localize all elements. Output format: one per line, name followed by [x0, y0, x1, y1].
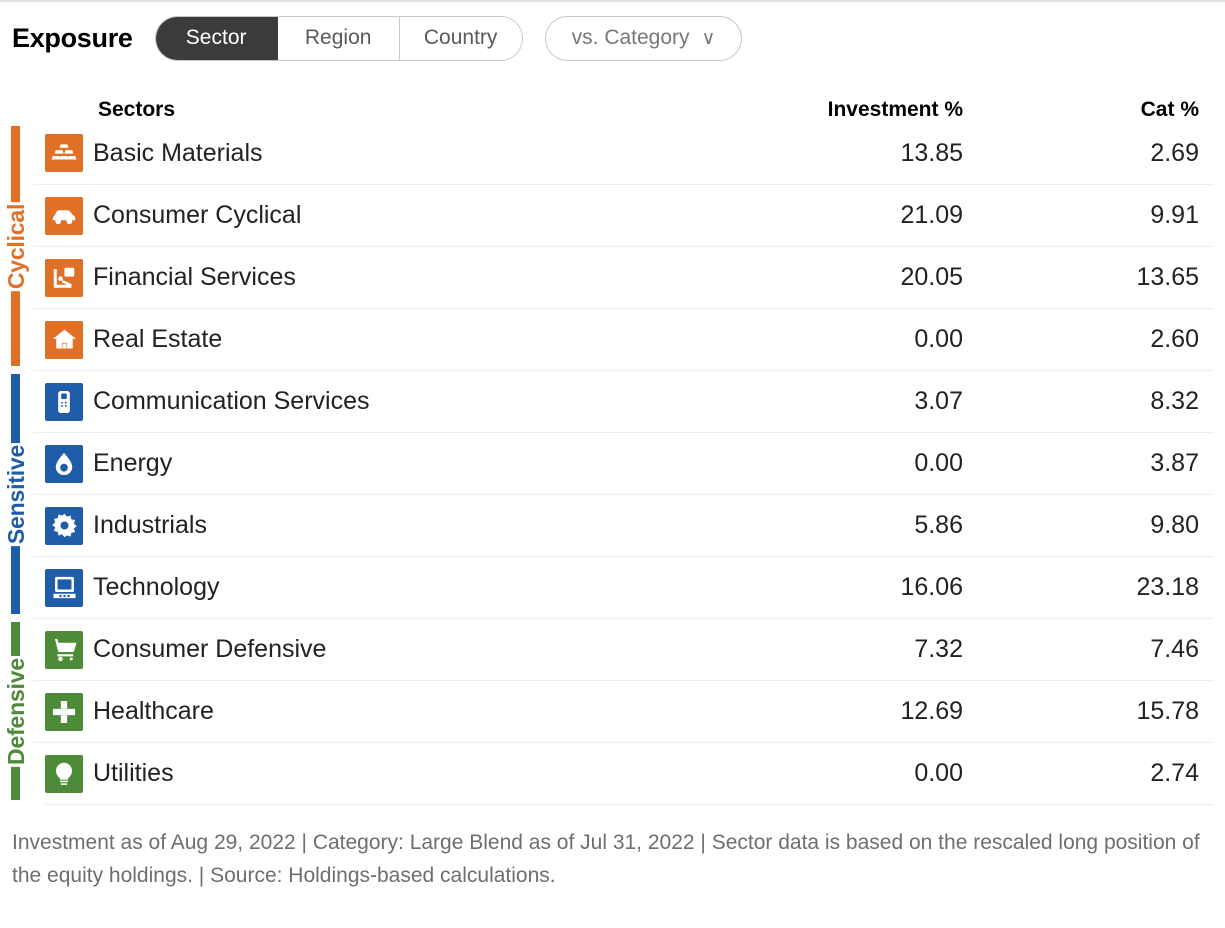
category-percent: 13.65 [1136, 263, 1199, 291]
group-rail: Sensitive [0, 370, 33, 618]
table-column-headers: Sectors Investment % Cat % [0, 82, 1213, 122]
table-row[interactable]: Consumer Defensive 7.32 7.46 [33, 618, 1213, 680]
investment-percent: 21.09 [900, 201, 963, 229]
category-percent: 15.78 [1136, 697, 1199, 725]
page-title: Exposure [12, 22, 133, 53]
group-rows: Consumer Defensive 7.32 7.46 Healthcare 12.6… [33, 618, 1213, 804]
financial-services-icon [45, 258, 83, 297]
segment-country[interactable]: Country [399, 16, 522, 60]
chevron-down-icon: ∨ [701, 27, 716, 49]
category-percent: 8.32 [1150, 387, 1199, 415]
investment-percent: 7.32 [914, 635, 963, 663]
segment-label: Region [304, 26, 372, 49]
table-row[interactable]: Technology 16.06 23.18 [33, 556, 1213, 618]
category-percent: 3.87 [1150, 449, 1199, 477]
real-estate-icon [45, 320, 83, 359]
sector-name: Technology [93, 573, 220, 601]
consumer-cyclical-icon [45, 196, 83, 235]
group-rows: Basic Materials 13.85 2.69 Consumer Cyclica… [33, 122, 1213, 370]
column-header-category: Cat % [1140, 98, 1199, 121]
category-percent: 2.74 [1150, 759, 1199, 787]
sector-icon-cell [33, 258, 85, 297]
investment-percent: 20.05 [900, 263, 963, 291]
industrials-icon [45, 506, 83, 545]
sector-name: Energy [93, 449, 173, 477]
category-percent: 9.80 [1150, 511, 1199, 539]
sector-group-sensitive: Sensitive Communication Services 3.07 8.32 E… [0, 370, 1213, 618]
investment-percent: 0.00 [914, 759, 963, 787]
segment-label: Country [423, 26, 498, 49]
column-header-investment: Investment % [827, 98, 963, 121]
table-row[interactable]: Consumer Cyclical 21.09 9.91 [33, 184, 1213, 246]
table-bottom-divider [45, 804, 1213, 805]
sector-icon-cell [33, 444, 85, 483]
comparison-dropdown-label: vs. Category [571, 26, 690, 49]
table-row[interactable]: Industrials 5.86 9.80 [33, 494, 1213, 556]
category-percent: 2.60 [1150, 325, 1199, 353]
sector-name: Basic Materials [93, 138, 263, 167]
sector-name: Industrials [93, 511, 207, 539]
sector-name: Communication Services [93, 387, 370, 415]
sector-exposure-table: Sectors Investment % Cat % Cyclical Basic… [0, 82, 1225, 805]
healthcare-icon [45, 692, 83, 731]
sector-name: Financial Services [93, 263, 296, 291]
sector-name: Real Estate [93, 325, 223, 353]
segment-sector[interactable]: Sector [155, 16, 278, 60]
investment-percent: 5.86 [914, 511, 963, 539]
utilities-icon [45, 754, 83, 793]
category-percent: 7.46 [1150, 635, 1199, 663]
sector-name: Consumer Defensive [93, 635, 327, 663]
group-label: Cyclical [3, 201, 31, 291]
sector-groups: Cyclical Basic Materials 13.85 2.69 Consumer… [0, 122, 1213, 804]
view-type-segmented-control[interactable]: Sector Region Country [154, 15, 523, 61]
sector-icon-cell [33, 754, 85, 793]
technology-icon [45, 568, 83, 607]
sector-name: Healthcare [93, 697, 214, 725]
sector-name: Utilities [93, 759, 174, 787]
sector-icon-cell [33, 568, 85, 607]
sector-icon-cell [33, 320, 85, 359]
category-percent: 2.69 [1150, 138, 1199, 167]
communication-services-icon [45, 382, 83, 421]
table-row[interactable]: Energy 0.00 3.87 [33, 432, 1213, 494]
sector-icon-cell [33, 692, 85, 731]
table-row[interactable]: Financial Services 20.05 13.65 [33, 246, 1213, 308]
sector-icon-cell [33, 134, 85, 172]
category-percent: 9.91 [1150, 201, 1199, 229]
investment-percent: 0.00 [914, 325, 963, 353]
sector-icon-cell [33, 506, 85, 545]
sector-name: Consumer Cyclical [93, 201, 302, 229]
sector-icon-cell [33, 382, 85, 421]
investment-percent: 12.69 [900, 697, 963, 725]
basic-materials-icon [45, 134, 83, 172]
sector-icon-cell [33, 630, 85, 669]
segment-label: Sector [185, 26, 247, 49]
group-rail: Defensive [0, 618, 33, 804]
investment-percent: 13.85 [900, 138, 963, 167]
sector-group-cyclical: Cyclical Basic Materials 13.85 2.69 Consumer… [0, 122, 1213, 370]
group-label: Sensitive [3, 442, 31, 546]
exposure-header: Exposure Sector Region Country vs. Categor… [0, 2, 1225, 74]
table-row[interactable]: Basic Materials 13.85 2.69 [33, 122, 1213, 184]
footnote: Investment as of Aug 29, 2022 | Category… [12, 831, 1200, 887]
table-row[interactable]: Real Estate 0.00 2.60 [33, 308, 1213, 370]
consumer-defensive-icon [45, 630, 83, 669]
group-rows: Communication Services 3.07 8.32 Energy 0.00… [33, 370, 1213, 618]
comparison-dropdown[interactable]: vs. Category ∨ [544, 15, 743, 61]
category-percent: 23.18 [1136, 573, 1199, 601]
column-header-sectors: Sectors [98, 98, 176, 121]
sector-group-defensive: Defensive Consumer Defensive 7.32 7.46 Healt… [0, 618, 1213, 804]
exposure-panel: Exposure Sector Region Country vs. Categor… [0, 0, 1225, 928]
segment-region[interactable]: Region [277, 16, 400, 60]
group-rail: Cyclical [0, 122, 33, 370]
investment-percent: 0.00 [914, 449, 963, 477]
energy-icon [45, 444, 83, 483]
table-row[interactable]: Healthcare 12.69 15.78 [33, 680, 1213, 742]
sector-icon-cell [33, 196, 85, 235]
table-row[interactable]: Communication Services 3.07 8.32 [33, 370, 1213, 432]
investment-percent: 3.07 [914, 387, 963, 415]
group-label: Defensive [3, 655, 30, 767]
investment-percent: 16.06 [900, 573, 963, 601]
table-row[interactable]: Utilities 0.00 2.74 [33, 742, 1213, 804]
